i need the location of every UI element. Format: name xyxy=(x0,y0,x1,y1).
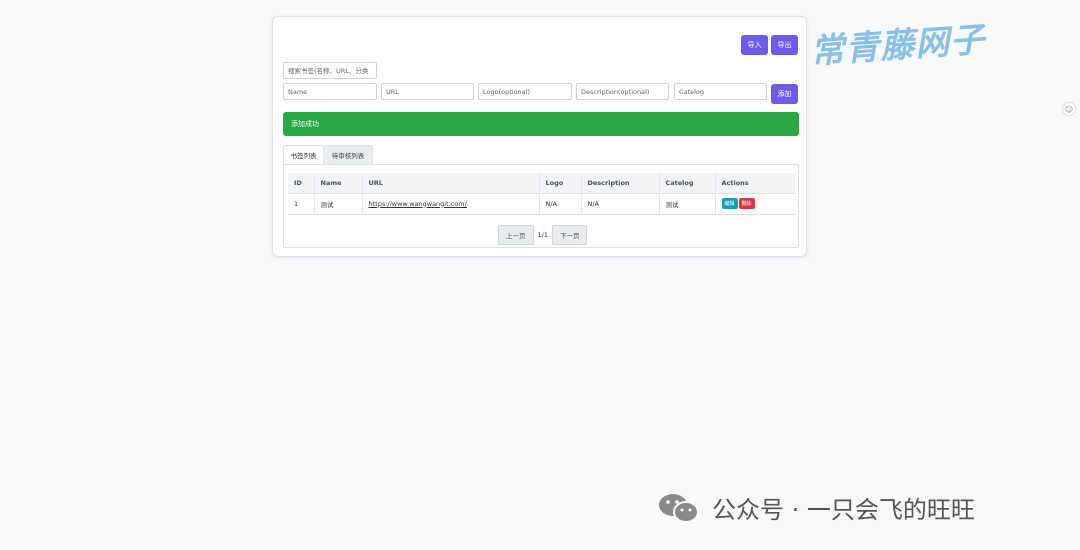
header-id: ID xyxy=(288,173,314,194)
cell-id: 1 xyxy=(288,193,314,215)
bookmark-manager-card: 导入 导出 添加 添加成功 书签列表 待审核列表 ID Name URL Log… xyxy=(272,16,807,257)
cell-actions: 编辑 删除 xyxy=(714,193,795,215)
next-page-button[interactable]: 下一页 xyxy=(551,225,588,245)
bookmark-list-panel: ID Name URL Logo Description Catelog Act… xyxy=(283,164,799,248)
watermark-text: 常青藤网子 xyxy=(809,19,987,73)
header-logo: Logo xyxy=(538,173,581,194)
import-button[interactable]: 导入 xyxy=(741,35,768,55)
table-header-row: ID Name URL Logo Description Catelog Act… xyxy=(288,173,795,194)
footer-text: 公众号 · 一只会飞的旺旺 xyxy=(712,496,975,524)
cell-logo: N/A xyxy=(538,193,581,215)
name-input[interactable] xyxy=(283,83,377,100)
footer-watermark: 公众号 · 一只会飞的旺旺 xyxy=(658,490,975,525)
success-alert: 添加成功 xyxy=(283,112,799,136)
prev-page-button[interactable]: 上一页 xyxy=(498,225,534,245)
delete-button[interactable]: 删除 xyxy=(738,198,755,209)
wechat-icon xyxy=(659,493,699,523)
header-name: Name xyxy=(313,173,362,194)
page-info: 1/1 xyxy=(537,231,548,239)
header-url: URL xyxy=(361,173,539,194)
bookmark-table: ID Name URL Logo Description Catelog Act… xyxy=(288,173,795,215)
catelog-input[interactable] xyxy=(674,83,767,100)
header-actions: Actions xyxy=(714,173,795,194)
edit-button[interactable]: 编辑 xyxy=(721,198,738,209)
alert-message: 添加成功 xyxy=(291,120,319,128)
search-input[interactable] xyxy=(283,62,377,79)
smiley-icon[interactable]: ☺ xyxy=(1062,102,1076,116)
add-button[interactable]: 添加 xyxy=(771,84,798,104)
url-input[interactable] xyxy=(381,83,474,100)
description-input[interactable] xyxy=(576,83,669,100)
table-row: 1 测试 https://www.wangwangit.com/ N/A N/A… xyxy=(288,193,795,215)
cell-url: https://www.wangwangit.com/ xyxy=(361,193,539,215)
cell-description: N/A xyxy=(580,193,659,215)
tab-bar: 书签列表 待审核列表 xyxy=(283,145,373,164)
cell-name: 测试 xyxy=(313,193,362,215)
header-catelog: Catelog xyxy=(658,173,715,194)
export-button[interactable]: 导出 xyxy=(771,35,798,55)
pagination: 上一页 1/1 下一页 xyxy=(498,225,588,245)
tab-pending-review[interactable]: 待审核列表 xyxy=(324,145,373,164)
tab-bookmark-list[interactable]: 书签列表 xyxy=(283,145,324,164)
header-description: Description xyxy=(580,173,659,194)
logo-input[interactable] xyxy=(478,83,572,100)
cell-catelog: 测试 xyxy=(658,193,715,215)
bookmark-url-link[interactable]: https://www.wangwangit.com/ xyxy=(369,200,467,208)
